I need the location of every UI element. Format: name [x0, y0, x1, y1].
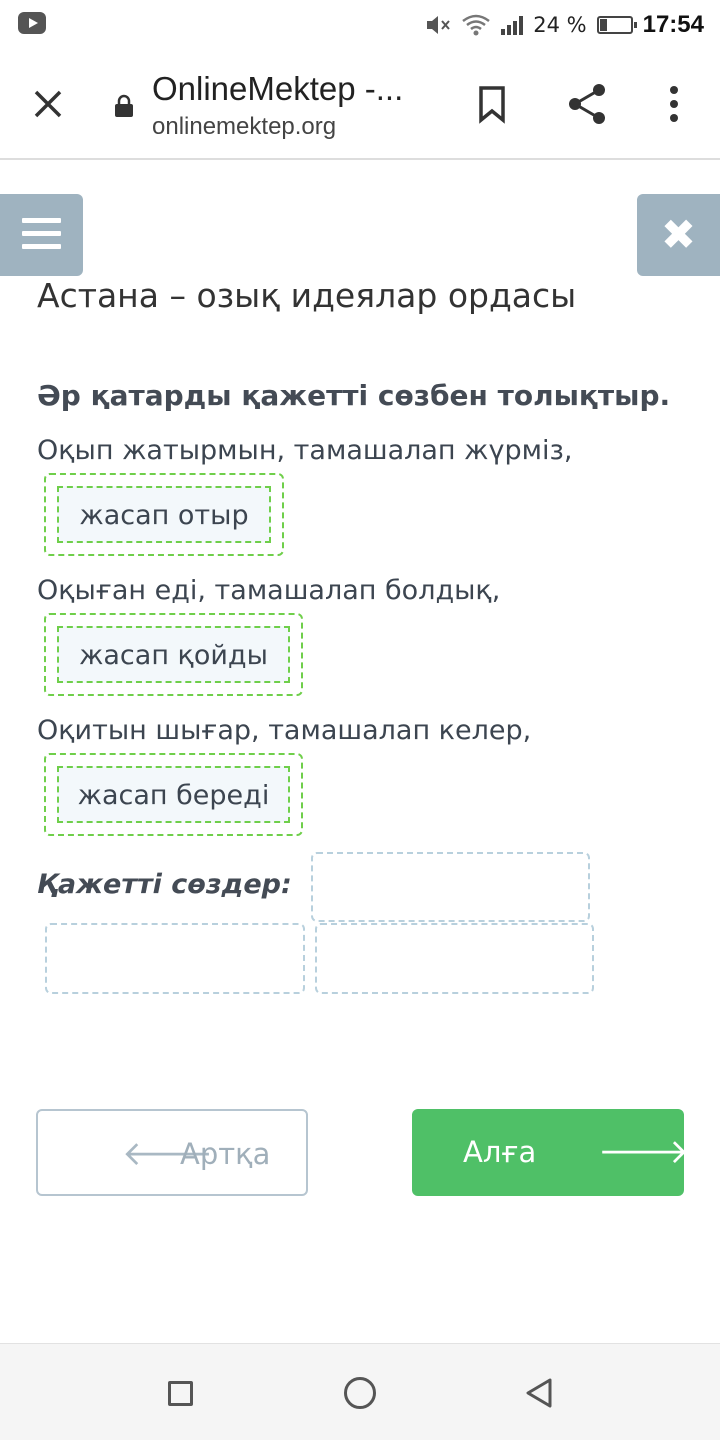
answer-slot-2[interactable]: жасап қойды	[44, 613, 303, 696]
answer-slot-1[interactable]: жасап отыр	[44, 473, 284, 556]
answer-word-1[interactable]: жасап отыр	[59, 488, 269, 541]
arrow-right-icon: 🡒	[598, 1132, 690, 1172]
sentence-1: Оқып жатырмын, тамашалап жүрміз,	[37, 435, 573, 466]
browser-toolbar: OnlineMektep -... onlinemektep.org	[0, 50, 720, 160]
sentence-3: Оқитын шығар, тамашалап келер,	[37, 715, 532, 746]
share-icon[interactable]	[566, 82, 608, 126]
answer-slot-inner: жасап қойды	[57, 626, 290, 683]
battery-percent: 24 %	[533, 13, 587, 37]
word-bank-slot-2[interactable]	[45, 923, 305, 994]
lock-icon	[115, 94, 133, 117]
status-icons: 24 % 17:54	[425, 8, 704, 42]
battery-fill	[599, 19, 608, 31]
hamburger-line	[22, 231, 61, 236]
hamburger-line	[22, 218, 61, 223]
answer-slot-inner: жасап отыр	[57, 486, 271, 543]
wifi-icon	[462, 14, 491, 36]
answer-word-3[interactable]: жасап береді	[59, 768, 288, 821]
system-nav-bar	[0, 1343, 720, 1440]
answer-slot-inner: жасап береді	[57, 766, 290, 823]
answer-word-2[interactable]: жасап қойды	[59, 628, 288, 681]
clock: 17:54	[642, 11, 704, 38]
page-tab-title[interactable]: OnlineMektep -...	[152, 70, 403, 108]
back-triangle-icon[interactable]	[524, 1377, 554, 1409]
page-title: Астана – озық идеялар ордасы	[37, 276, 577, 315]
answer-slot-3[interactable]: жасап береді	[44, 753, 303, 836]
word-bank-slot-1[interactable]	[311, 852, 590, 922]
url-text[interactable]: onlinemektep.org	[152, 113, 336, 141]
back-button-label: Артқа	[180, 1137, 271, 1171]
word-bank-slot-3[interactable]	[315, 923, 594, 994]
next-button[interactable]: Алға 🡒	[412, 1109, 689, 1196]
back-button[interactable]: 🡐 Артқа	[36, 1109, 308, 1196]
more-menu-icon[interactable]	[660, 84, 688, 124]
hamburger-menu-button[interactable]	[0, 194, 83, 276]
bookmark-icon[interactable]	[476, 84, 508, 124]
close-icon[interactable]	[28, 84, 68, 124]
battery-icon	[596, 16, 637, 34]
home-icon[interactable]	[344, 1377, 376, 1409]
next-button-label: Алға	[463, 1135, 537, 1169]
recent-apps-icon[interactable]	[168, 1381, 193, 1406]
words-bank-label: Қажетті сөздер:	[37, 869, 292, 900]
close-lesson-button[interactable]: ✖	[637, 194, 720, 276]
youtube-icon	[18, 12, 46, 34]
mute-icon	[427, 16, 451, 34]
sentence-2: Оқыған еді, тамашалап болдық,	[37, 575, 501, 606]
status-bar: 24 % 17:54	[0, 0, 720, 50]
hamburger-line	[22, 244, 61, 249]
task-instruction: Әр қатарды қажетті сөзбен толықтыр.	[37, 379, 671, 412]
signal-icon	[501, 15, 524, 35]
